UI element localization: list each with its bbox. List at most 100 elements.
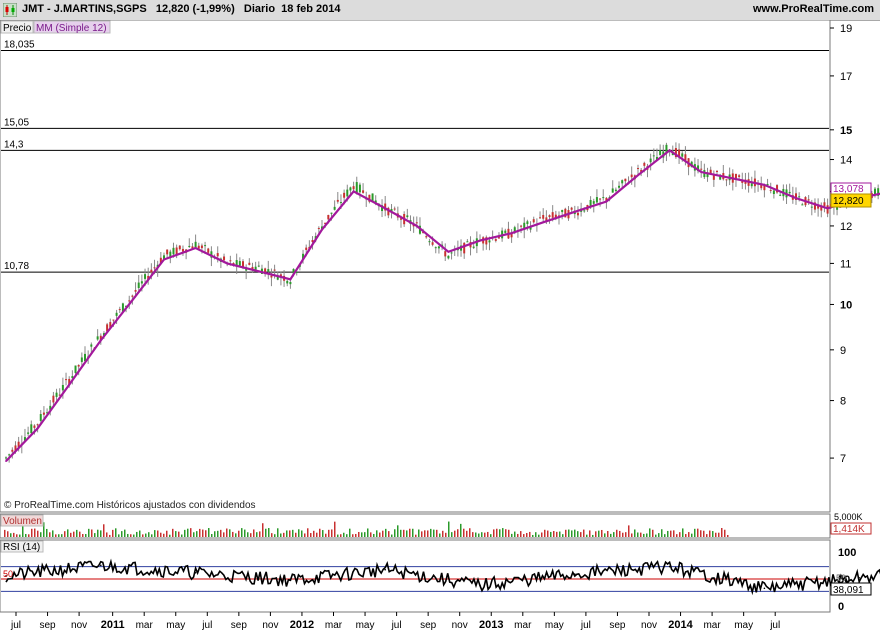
candle-body (542, 214, 545, 219)
volume-bar (184, 529, 186, 537)
volume-bar (322, 530, 324, 537)
volume-bar (100, 530, 102, 537)
rsi-ref-label: 50 (3, 569, 13, 579)
volume-bar (391, 534, 393, 537)
volume-bar (97, 529, 99, 537)
ma-point (826, 207, 829, 210)
candle-body (257, 265, 260, 267)
candle-body (431, 242, 434, 245)
volume-bar (385, 528, 387, 537)
volume-bar (46, 528, 48, 537)
candle-body (273, 269, 276, 271)
volume-bar (658, 533, 660, 537)
ma-point (384, 207, 387, 210)
candle-body (599, 198, 602, 200)
volume-bar (619, 530, 621, 537)
candle-body (96, 336, 99, 340)
candle-body (576, 212, 579, 216)
candle-body (750, 183, 753, 187)
x-tick-label: nov (452, 620, 468, 631)
volume-bar (115, 528, 117, 537)
volume-bar (238, 530, 240, 537)
candle-body (807, 199, 810, 201)
candle-body (134, 289, 137, 292)
volume-bar (586, 534, 588, 537)
candle-body (207, 248, 210, 253)
volume-bar (622, 532, 624, 537)
candle-body (317, 227, 320, 229)
volume-bar (157, 530, 159, 537)
volume-bar (631, 533, 633, 537)
candle-body (115, 312, 118, 316)
volume-bar (4, 529, 6, 537)
ma-point (5, 460, 7, 462)
volume-bar (217, 530, 219, 537)
candle-body (510, 234, 513, 238)
x-tick-label: sep (420, 620, 437, 631)
volume-bar (655, 534, 657, 537)
volume-bar (187, 528, 189, 537)
volume-bar (142, 534, 144, 537)
volume-bar (79, 531, 81, 537)
candle-body (150, 269, 153, 273)
candle-body (526, 221, 529, 225)
volume-bar (286, 530, 288, 537)
x-tick-label: jul (201, 620, 212, 631)
volume-bar (478, 533, 480, 537)
candle-body (65, 379, 68, 381)
candle-body (716, 170, 718, 172)
volume-bar (436, 529, 438, 537)
candle-body (614, 189, 617, 192)
volume-bar (106, 532, 108, 537)
volume-bar (439, 533, 441, 537)
candle-body (358, 184, 361, 193)
rsi-point (194, 572, 197, 574)
volume-bar (112, 529, 114, 537)
volume-bar (151, 534, 153, 537)
x-tick-label: jul (391, 620, 402, 631)
volume-bar (418, 529, 420, 537)
volume-bar (316, 532, 318, 537)
volume-bar (604, 533, 606, 537)
volume-bar (34, 528, 36, 537)
volume-bar (145, 533, 147, 537)
volume-bar (58, 534, 60, 537)
volume-bar (727, 534, 729, 537)
x-tick-label: sep (39, 620, 56, 631)
site-link[interactable]: www.ProRealTime.com (753, 3, 874, 15)
volume-bar (469, 528, 471, 537)
candle-body (504, 230, 507, 233)
volume-bar (541, 532, 543, 537)
candle-body (447, 255, 450, 259)
candle-body (140, 281, 143, 284)
volume-bar (544, 529, 546, 537)
candle-body (532, 219, 535, 223)
candlestick-icon[interactable] (3, 3, 17, 17)
x-tick-label: nov (262, 620, 278, 631)
candle-body (188, 245, 191, 247)
volume-bar (346, 534, 348, 537)
candle-body (305, 247, 308, 250)
volume-bar (703, 530, 705, 537)
volume-bar (535, 532, 537, 537)
volume-bar (178, 531, 180, 537)
volume-bar (55, 534, 57, 537)
volume-bar (16, 534, 18, 537)
candle-body (112, 319, 115, 321)
candle-body (406, 215, 409, 218)
volume-bar (700, 530, 702, 537)
price-ytick-label: 15 (840, 125, 852, 137)
ma-point (668, 149, 671, 152)
rsi-point (384, 568, 387, 571)
ma-point (447, 251, 450, 253)
volume-bar (424, 530, 426, 537)
volume-bar (520, 531, 522, 537)
candle-body (659, 150, 662, 156)
ma-point (226, 262, 228, 265)
volume-bar (250, 533, 252, 537)
volume-bar (598, 530, 600, 537)
candle-body (355, 182, 358, 193)
volume-bar (124, 529, 126, 537)
candle-body (339, 202, 342, 204)
volume-bar (709, 530, 711, 537)
